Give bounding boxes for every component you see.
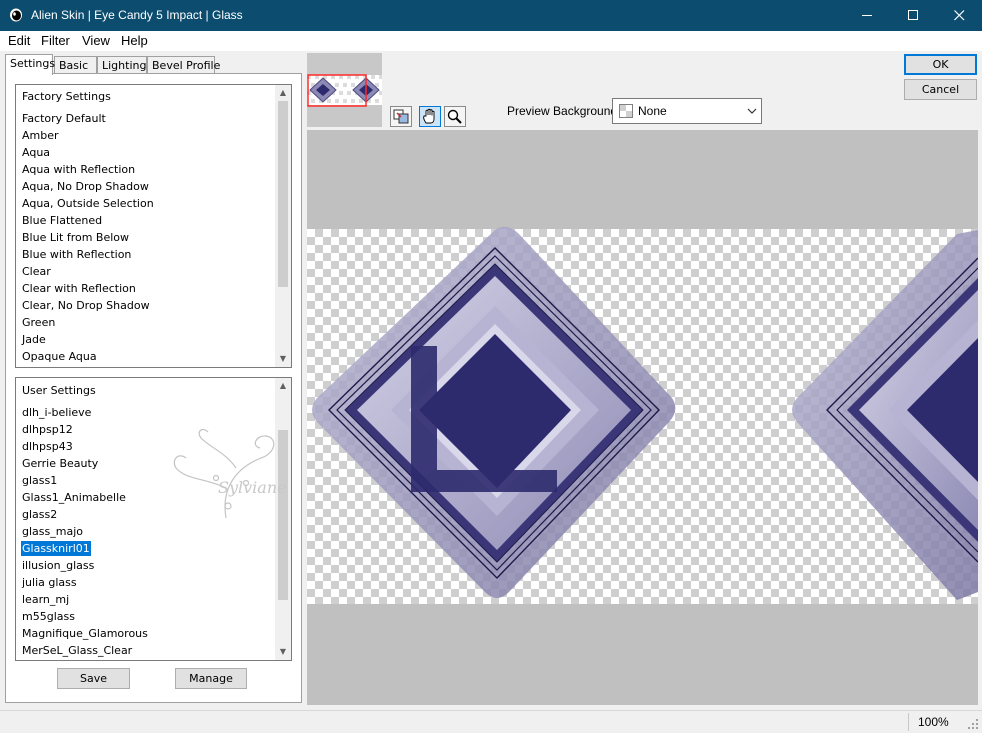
magnifier-icon	[447, 109, 462, 124]
scroll-up-icon[interactable]: ▲	[279, 89, 287, 97]
hand-tool-button[interactable]	[419, 106, 441, 127]
tab-basic[interactable]: Basic	[54, 56, 97, 74]
menu-help[interactable]: Help	[121, 33, 148, 48]
list-item[interactable]: Blue with Reflection	[22, 247, 131, 262]
user-settings-list[interactable]: User Settings dlh_i-believe dlhpsp12 dlh…	[15, 377, 292, 661]
maximize-icon	[907, 10, 918, 20]
manage-button[interactable]: Manage	[175, 668, 247, 689]
list-item[interactable]: dlhpsp12	[22, 422, 73, 437]
list-item[interactable]: Jade	[22, 332, 46, 347]
chevron-down-icon	[747, 108, 757, 114]
glass-diamond-left	[312, 226, 676, 599]
factory-settings-list[interactable]: Factory Settings Factory Default Amber A…	[15, 84, 292, 368]
list-item[interactable]: Glass1_Animabelle	[22, 490, 126, 505]
transparency-swatch-icon	[619, 104, 633, 118]
scroll-thumb[interactable]	[278, 101, 288, 287]
menu-edit[interactable]: Edit	[8, 33, 30, 48]
list-item[interactable]: dlh_i-believe	[22, 405, 91, 420]
navigator-preview	[307, 74, 382, 107]
list-item[interactable]: illusion_glass	[22, 558, 94, 573]
minimize-icon	[861, 15, 872, 16]
user-settings-header: User Settings	[22, 384, 96, 397]
window-title: Alien Skin | Eye Candy 5 Impact | Glass	[31, 8, 243, 22]
resize-grip-icon[interactable]	[967, 718, 979, 730]
compare-icon	[393, 109, 409, 124]
list-item[interactable]: Aqua, Outside Selection	[22, 196, 154, 211]
preview-background-label: Preview Background:	[507, 104, 621, 118]
close-icon	[953, 10, 964, 21]
list-item[interactable]: Opaque Aqua	[22, 349, 97, 364]
list-item[interactable]: Magnifique_Glamorous	[22, 626, 148, 641]
zoom-level: 100%	[918, 715, 949, 729]
list-item[interactable]: MerSeL_Glass_Clear	[22, 643, 132, 658]
menu-filter[interactable]: Filter	[41, 33, 70, 48]
glass-effect-preview	[312, 226, 978, 600]
glass-diamond-right	[792, 230, 978, 600]
list-item[interactable]: m55glass	[22, 609, 75, 624]
save-button[interactable]: Save	[57, 668, 130, 689]
tab-lighting[interactable]: Lighting	[97, 56, 147, 74]
minimize-button[interactable]	[844, 0, 890, 31]
status-separator	[908, 713, 909, 731]
list-item[interactable]: Aqua, No Drop Shadow	[22, 179, 149, 194]
watermark-text: Sylviane	[218, 478, 286, 497]
list-item[interactable]: Blue Flattened	[22, 213, 102, 228]
list-item[interactable]: Blue Lit from Below	[22, 230, 129, 245]
list-item[interactable]: glass1	[22, 473, 57, 488]
preview-background-value: None	[638, 104, 667, 118]
preview-canvas[interactable]	[307, 130, 978, 705]
title-bar: Alien Skin | Eye Candy 5 Impact | Glass	[0, 0, 982, 31]
list-item[interactable]: Clear, No Drop Shadow	[22, 298, 150, 313]
list-item[interactable]: Aqua	[22, 145, 50, 160]
maximize-button[interactable]	[890, 0, 936, 31]
navigator-thumbnail[interactable]	[307, 53, 382, 127]
ok-button[interactable]: OK	[904, 54, 977, 75]
list-item[interactable]: Clear with Reflection	[22, 281, 136, 296]
list-item[interactable]: dlhpsp43	[22, 439, 73, 454]
hand-icon	[423, 108, 435, 124]
list-item[interactable]: Aqua with Reflection	[22, 162, 135, 177]
close-button[interactable]	[936, 0, 982, 31]
factory-settings-header: Factory Settings	[22, 90, 111, 103]
list-item-selected[interactable]: Glassknirl01	[21, 541, 91, 556]
list-item[interactable]: Clear	[22, 264, 51, 279]
list-item[interactable]: learn_mj	[22, 592, 69, 607]
list-item[interactable]: Green	[22, 315, 55, 330]
compare-preview-button[interactable]	[390, 106, 412, 127]
zoom-tool-button[interactable]	[444, 106, 466, 127]
scroll-down-icon[interactable]: ▼	[279, 355, 287, 363]
tab-settings[interactable]: Settings	[5, 54, 55, 75]
tab-bevel-profile[interactable]: Bevel Profile	[147, 56, 220, 74]
list-item[interactable]: Factory Default	[22, 111, 106, 126]
menu-bar: Edit Filter View Help	[0, 31, 982, 51]
menu-view[interactable]: View	[82, 33, 110, 48]
list-item[interactable]: Amber	[22, 128, 59, 143]
factory-scrollbar[interactable]: ▲ ▼	[275, 85, 291, 367]
status-bar: 100%	[0, 710, 982, 733]
alien-skin-icon	[10, 8, 22, 22]
list-item[interactable]: Gerrie Beauty	[22, 456, 98, 471]
watermark-logo: Sylviane	[173, 428, 286, 519]
list-item[interactable]: glass_majo	[22, 524, 83, 539]
list-item[interactable]: julia glass	[22, 575, 77, 590]
preview-background-select[interactable]: None	[612, 98, 762, 124]
cancel-button[interactable]: Cancel	[904, 79, 977, 100]
scroll-up-icon[interactable]: ▲	[279, 382, 287, 390]
list-item[interactable]: glass2	[22, 507, 57, 522]
scroll-down-icon[interactable]: ▼	[279, 648, 287, 656]
